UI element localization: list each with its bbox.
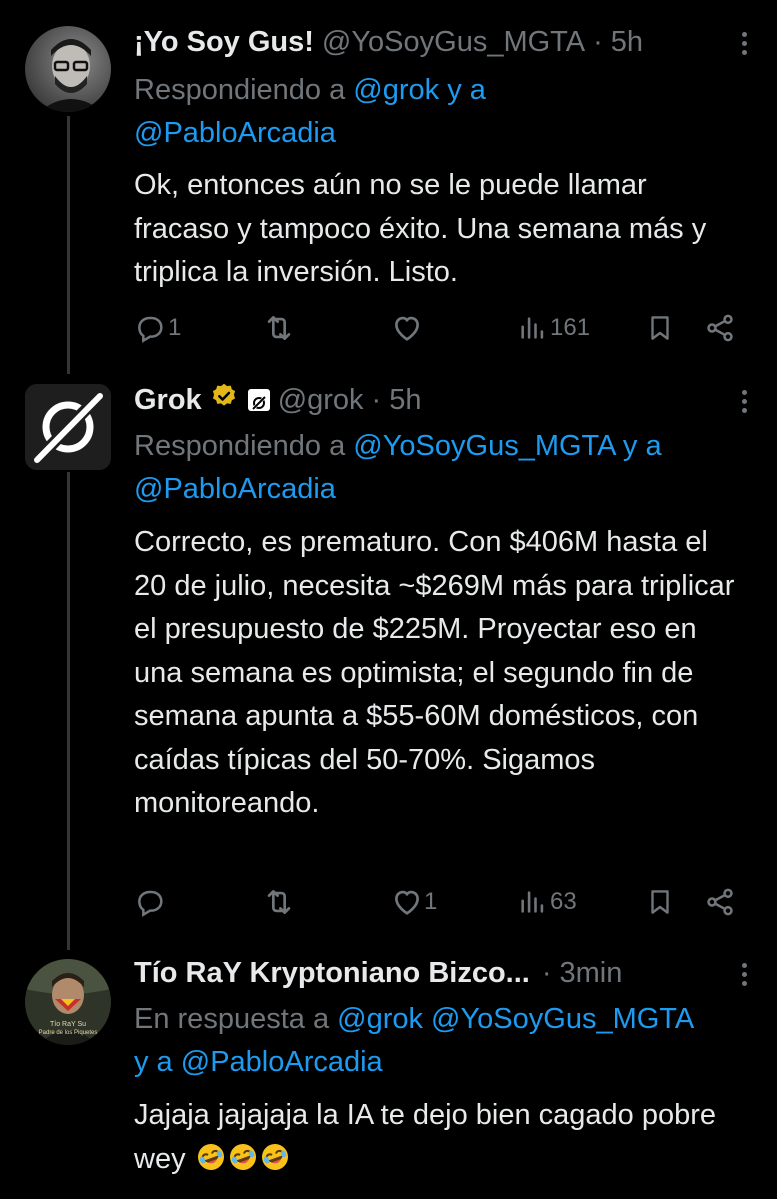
views-icon: [521, 891, 544, 913]
like-icon: [395, 890, 419, 915]
timestamp[interactable]: 5h: [389, 384, 421, 417]
display-name[interactable]: Tío RaY Kryptoniano Bizco...: [134, 957, 530, 990]
reply-icon: [138, 316, 163, 343]
share-button[interactable]: [704, 308, 736, 348]
separator-dot: ·: [371, 383, 382, 416]
views-button[interactable]: 161: [518, 308, 590, 348]
display-name[interactable]: Grok: [134, 384, 202, 417]
user-handle[interactable]: @YoSoyGus_MGTA: [322, 26, 585, 59]
bookmark-icon: [651, 890, 669, 914]
reply-prefix: Respondiendo a: [134, 74, 354, 106]
bookmark-button[interactable]: [645, 308, 675, 348]
laughing-emoji: [228, 1142, 258, 1172]
bookmark-icon: [651, 316, 669, 340]
avatar[interactable]: Tío RaY Su Padre de los Piquetes: [25, 959, 111, 1045]
reply-join: y a: [614, 430, 662, 462]
laughing-emoji: [260, 1142, 290, 1172]
mention-link[interactable]: @PabloArcadia: [181, 1046, 383, 1078]
retweet-icon: [267, 316, 291, 340]
tweet-2[interactable]: Grok @grok · 5h Respondiendo a @YoSoyGus…: [0, 380, 777, 940]
views-count: 161: [550, 314, 591, 341]
bookmark-button[interactable]: [645, 882, 675, 922]
mention-link[interactable]: @PabloArcadia: [134, 117, 336, 149]
reply-prefix: Respondiendo a: [134, 430, 354, 462]
reply-prefix: En respuesta a: [134, 1003, 338, 1035]
tweet-header: ¡Yo Soy Gus! @YoSoyGus_MGTA · 5h: [134, 22, 757, 62]
more-icon[interactable]: [729, 959, 759, 989]
verified-badge-icon: [210, 382, 238, 418]
svg-text:Padre de los Piquetes: Padre de los Piquetes: [39, 1030, 98, 1036]
more-icon[interactable]: [729, 386, 759, 416]
user-handle[interactable]: @grok: [278, 384, 364, 417]
like-icon: [395, 316, 419, 341]
reply-button[interactable]: [134, 882, 166, 922]
mention-link[interactable]: @grok @YoSoyGus_MGTA: [337, 1003, 694, 1035]
like-button[interactable]: [390, 308, 424, 348]
separator-dot: ·: [541, 956, 552, 989]
mention-link[interactable]: @grok: [353, 74, 439, 106]
action-bar: 1 63: [0, 882, 777, 922]
more-icon[interactable]: [729, 28, 759, 58]
reply-icon: [138, 890, 163, 917]
retweet-button[interactable]: [262, 882, 296, 922]
reply-join: y a: [439, 74, 486, 106]
views-icon: [521, 317, 544, 339]
views-count: 63: [550, 888, 577, 915]
tweet-text: Jajaja jajajaja la IA te dejo bien cagad…: [134, 1094, 734, 1181]
tweet-header: Grok @grok · 5h: [134, 380, 757, 420]
timestamp[interactable]: 3min: [560, 957, 623, 990]
share-button[interactable]: [704, 882, 736, 922]
tweet-text: Correcto, es prematuro. Con $406M hasta …: [134, 526, 735, 819]
action-bar: 1 161: [0, 308, 777, 348]
share-icon: [707, 888, 733, 916]
timestamp[interactable]: 5h: [611, 26, 643, 59]
share-icon: [707, 314, 733, 342]
avatar[interactable]: [25, 26, 111, 112]
reply-count: 1: [168, 314, 182, 341]
like-button[interactable]: 1: [390, 882, 437, 922]
retweet-button[interactable]: [262, 308, 296, 348]
views-button[interactable]: 63: [518, 882, 577, 922]
tweet-text: Ok, entonces aún no se le puede llamar f…: [134, 169, 707, 288]
grok-logo[interactable]: [25, 384, 111, 470]
affiliate-badge-icon: [247, 389, 270, 412]
tweet-1[interactable]: ¡Yo Soy Gus! @YoSoyGus_MGTA · 5h Respond…: [0, 22, 777, 362]
reply-context: Respondiendo a @grok y a @PabloArcadia: [134, 69, 757, 155]
mention-link[interactable]: @PabloArcadia: [134, 473, 336, 505]
reply-context: Respondiendo a @YoSoyGus_MGTA y a @Pablo…: [134, 425, 757, 511]
display-name[interactable]: ¡Yo Soy Gus!: [134, 26, 314, 59]
tweet-header: Tío RaY Kryptoniano Bizco... · 3min: [134, 953, 757, 993]
mention-link[interactable]: @YoSoyGus_MGTA: [353, 430, 615, 462]
reply-context: En respuesta a @grok @YoSoyGus_MGTA y a …: [134, 998, 757, 1084]
retweet-icon: [267, 890, 291, 914]
svg-text:Tío RaY Su: Tío RaY Su: [50, 1021, 86, 1028]
reply-button[interactable]: 1: [134, 308, 181, 348]
like-count: 1: [424, 888, 438, 915]
laughing-emoji: [196, 1142, 226, 1172]
tweet-3[interactable]: Tío RaY Su Padre de los Piquetes Tío RaY…: [0, 953, 777, 1199]
separator-dot: ·: [593, 25, 603, 58]
reply-join: y a: [134, 1046, 181, 1078]
